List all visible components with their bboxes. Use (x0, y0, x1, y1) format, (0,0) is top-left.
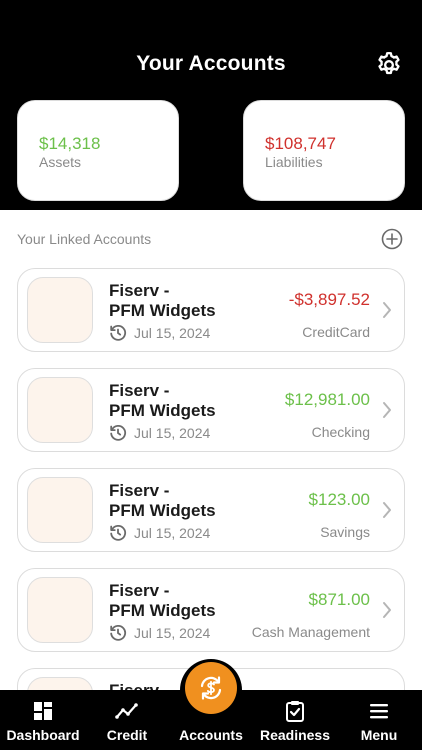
clipboard-check-icon (286, 701, 304, 722)
account-amount: $871.00 (308, 590, 370, 609)
tab-credit[interactable]: Credit (85, 690, 169, 750)
account-type: Savings (320, 524, 370, 540)
account-logo (27, 577, 93, 643)
refresh-clock-icon (110, 424, 127, 441)
liabilities-amount: $108,747 (265, 134, 336, 153)
refresh-clock-icon (110, 524, 127, 541)
header: Your Accounts $14,318 Assets $108,747 Li… (0, 0, 422, 210)
account-card[interactable]: Fiserv - PFM Widgets Jul 15, 2024 -$3,89… (17, 268, 405, 352)
account-card[interactable]: Fiserv - PFM Widgets Jul 15, 2024 $123.0… (17, 468, 405, 552)
account-logo (27, 277, 93, 343)
chevron-right-icon (383, 502, 391, 518)
account-date: Jul 15, 2024 (134, 325, 211, 341)
account-type: CreditCard (302, 324, 370, 340)
account-type: Cash Management (251, 624, 370, 640)
tab-menu[interactable]: Menu (337, 690, 421, 750)
liabilities-label: Liabilities (265, 154, 323, 170)
account-amount: $123.00 (308, 490, 370, 509)
liabilities-card[interactable]: $108,747 Liabilities (243, 100, 405, 201)
account-name: Fiserv - PFM Widgets (109, 481, 216, 520)
account-type: Checking (311, 424, 370, 440)
chevron-right-icon (383, 402, 391, 418)
account-date: Jul 15, 2024 (134, 425, 211, 441)
account-logo (27, 377, 93, 443)
chevron-right-icon (383, 302, 391, 318)
page-title: Your Accounts (136, 52, 286, 75)
sync-dollar-icon (200, 676, 222, 700)
plus-circle-icon[interactable] (381, 228, 403, 250)
tab-readiness[interactable]: Readiness (253, 690, 337, 750)
refresh-clock-icon (110, 324, 127, 341)
tab-dashboard[interactable]: Dashboard (1, 690, 85, 750)
hamburger-menu-icon (370, 704, 388, 719)
account-name: Fiserv - PFM Widgets (109, 581, 216, 620)
chevron-right-icon (383, 602, 391, 618)
tab-label: Dashboard (6, 727, 80, 743)
trend-line-icon (115, 703, 138, 719)
account-amount: -$3,897.52 (288, 290, 370, 309)
account-logo (27, 477, 93, 543)
tab-label: Accounts (179, 727, 243, 743)
dashboard-grid-icon (34, 702, 52, 720)
account-name: Fiserv - PFM Widgets (109, 281, 216, 320)
account-card[interactable]: Fiserv - PFM Widgets Jul 15, 2024 $871.0… (17, 568, 405, 652)
refresh-clock-icon (110, 624, 127, 641)
account-amount: $12,981.00 (284, 390, 370, 409)
gear-icon[interactable] (375, 51, 403, 79)
tab-label: Credit (106, 727, 148, 743)
assets-card[interactable]: $14,318 Assets (17, 100, 179, 201)
account-date: Jul 15, 2024 (134, 625, 211, 641)
assets-label: Assets (39, 154, 82, 170)
account-date: Jul 15, 2024 (134, 525, 211, 541)
account-card[interactable]: Fiserv - PFM Widgets Jul 15, 2024 $12,98… (17, 368, 405, 452)
tab-label: Menu (360, 727, 398, 743)
tab-label: Readiness (259, 727, 331, 743)
account-name: Fiserv - PFM Widgets (109, 381, 216, 420)
accounts-fab-button[interactable] (185, 662, 237, 714)
linked-accounts-title: Your Linked Accounts (17, 231, 152, 247)
assets-amount: $14,318 (39, 134, 101, 153)
